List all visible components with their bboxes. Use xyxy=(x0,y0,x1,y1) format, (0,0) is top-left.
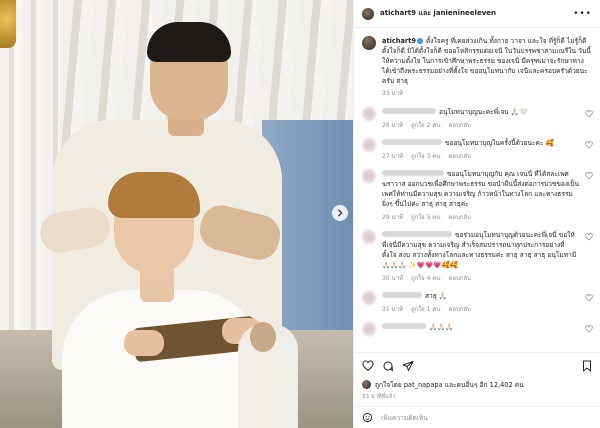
comment-likes[interactable]: ถูกใจ 1 คน xyxy=(411,304,440,314)
post-header: atichart9 และ janienineeleven ••• xyxy=(354,0,600,28)
commenter-name[interactable] xyxy=(382,292,422,298)
add-comment-row xyxy=(354,406,600,428)
post-panel: atichart9 และ janienineeleven ••• aticha… xyxy=(353,0,600,428)
comment-like-icon[interactable] xyxy=(585,141,593,149)
woman-hair xyxy=(108,172,200,218)
comment-like-icon[interactable] xyxy=(585,325,593,333)
comment-reply-button[interactable]: ตอบกลับ xyxy=(448,273,470,283)
heart-icon[interactable] xyxy=(362,360,374,372)
comment-like-icon[interactable] xyxy=(585,110,593,118)
commenter-name[interactable] xyxy=(382,139,442,145)
comment-item: ขออนุโมทนาบุญในครั้งนี้ด้วยนะคะ 🥰 27 นาที… xyxy=(362,138,593,161)
comment-item: อนุโมทนาบุญนะคะพี่เจน 🙏🏻🤍 26 นาที ถูกใจ 2 … xyxy=(362,107,593,130)
commenter-name[interactable] xyxy=(382,108,436,114)
comment-reply-button[interactable]: ตอบกลับ xyxy=(448,120,470,130)
man-hair xyxy=(147,22,231,62)
caption-username[interactable]: atichart9 xyxy=(382,37,416,45)
verified-icon xyxy=(416,38,423,44)
more-icon[interactable]: ••• xyxy=(573,9,592,19)
post-authors[interactable]: atichart9 และ janienineeleven xyxy=(380,8,496,19)
comment-time: 26 นาที xyxy=(382,122,403,129)
gold-ornament xyxy=(0,0,16,48)
comments-list[interactable]: atichart9 ตั้งใจครู ที่เคยล่วงเกิน ทั้งก… xyxy=(354,28,600,352)
bookmark-icon[interactable] xyxy=(581,360,593,372)
add-comment-input[interactable] xyxy=(381,413,593,422)
comment-item: ขออนุโมทนาบุญกับ คุณ เจนนี่ ที่ได้สละเพศ… xyxy=(362,169,593,222)
carousel-next-button[interactable] xyxy=(332,205,348,221)
comment-time: 31 นาที xyxy=(382,306,403,313)
comment-like-icon[interactable] xyxy=(585,172,593,180)
chevron-right-icon xyxy=(337,209,343,217)
commenter-avatar[interactable] xyxy=(362,322,376,336)
post-photo[interactable] xyxy=(0,0,353,428)
comment-text: ขออนุโมทนาบุญในครั้งนี้ด้วยนะคะ 🥰 xyxy=(445,139,554,147)
comment-text: อนุโมทนาบุญนะคะพี่เจน 🙏🏻🤍 xyxy=(439,108,528,116)
commenter-avatar[interactable] xyxy=(362,169,376,183)
liked-by-text[interactable]: ถูกใจโดย pat_napapa และคนอื่นๆ อีก 12,40… xyxy=(375,379,524,390)
background-person-head xyxy=(250,322,276,352)
commenter-avatar[interactable] xyxy=(362,138,376,152)
comment-text: 🙏🏻🙏🏻🙏🏻 xyxy=(429,323,454,331)
commenter-name[interactable] xyxy=(382,170,444,176)
comment-item: ขอร่วมอนุโมทนาบุญด้วยนะคะพี่เจนี่ ขอให้พ… xyxy=(362,230,593,283)
comment-likes[interactable]: ถูกใจ 2 คน xyxy=(411,120,440,130)
comment-reply-button[interactable]: ตอบกลับ xyxy=(448,212,470,222)
comment-time: 27 นาที xyxy=(382,153,403,160)
comment-reply-button[interactable]: ตอบกลับ xyxy=(448,304,470,314)
woman-hand-left xyxy=(124,330,164,356)
comment-likes[interactable]: ถูกใจ 5 คน xyxy=(411,212,440,222)
comment-icon[interactable] xyxy=(382,360,394,372)
emoji-icon[interactable] xyxy=(362,412,373,423)
comment-likes[interactable]: ถูกใจ 3 คน xyxy=(411,151,440,161)
caption-time: 33 นาที xyxy=(382,90,403,97)
commenter-avatar[interactable] xyxy=(362,107,376,121)
commenter-avatar[interactable] xyxy=(362,230,376,244)
commenter-name[interactable] xyxy=(382,231,452,237)
posted-ago: 33 นาทีที่แล้ว xyxy=(362,394,396,400)
commenter-name[interactable] xyxy=(382,323,426,329)
commenter-avatar[interactable] xyxy=(362,291,376,305)
share-icon[interactable] xyxy=(402,360,414,372)
comment-like-icon[interactable] xyxy=(585,233,593,241)
liker-avatar xyxy=(362,380,371,389)
comment-like-icon[interactable] xyxy=(585,294,593,302)
comment-likes[interactable]: ถูกใจ 4 คน xyxy=(411,273,440,283)
comment-time: 30 นาที xyxy=(382,275,403,282)
comment-item: 🙏🏻🙏🏻🙏🏻 xyxy=(362,322,593,336)
likes-summary[interactable]: ถูกใจโดย pat_napapa และคนอื่นๆ อีก 12,40… xyxy=(362,379,593,390)
comment-time: 29 นาที xyxy=(382,214,403,221)
comment-text: สาธุ 🙏🏻 xyxy=(425,292,448,300)
comment-reply-button[interactable]: ตอบกลับ xyxy=(448,151,470,161)
caption: atichart9 ตั้งใจครู ที่เคยล่วงเกิน ทั้งก… xyxy=(362,36,593,99)
author-avatar[interactable] xyxy=(362,7,374,20)
comment-item: สาธุ 🙏🏻 31 นาที ถูกใจ 1 คน ตอบกลับ xyxy=(362,291,593,314)
caption-avatar[interactable] xyxy=(362,36,376,50)
